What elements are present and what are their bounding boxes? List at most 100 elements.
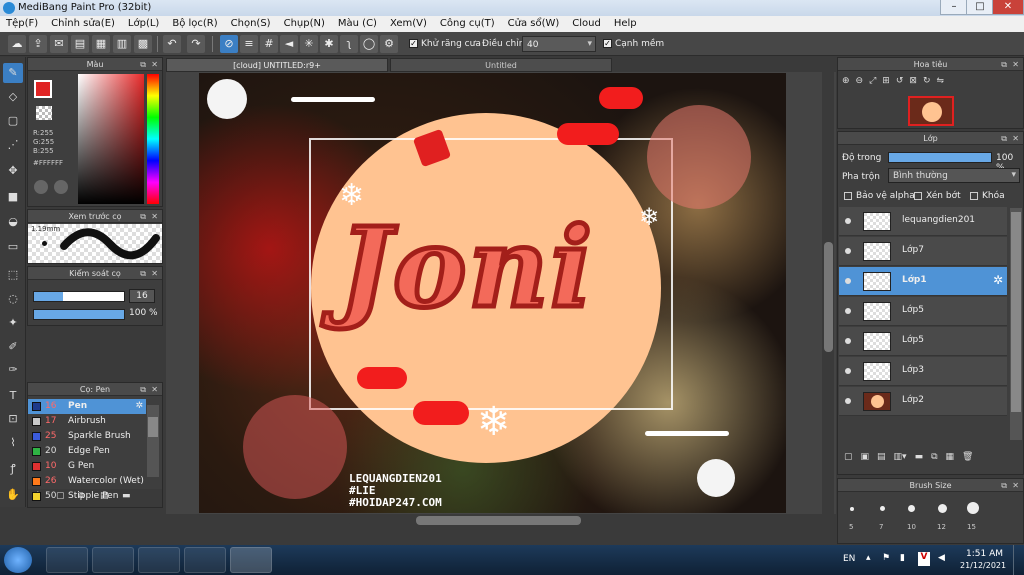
actual-size-icon[interactable]: ⊞ bbox=[882, 76, 890, 92]
brush-size-input[interactable]: 16 bbox=[129, 289, 155, 303]
explorer-taskbar-icon[interactable] bbox=[46, 547, 88, 573]
merge-layer-icon[interactable]: ▦ bbox=[946, 452, 955, 472]
lasso-tool-icon[interactable]: ◌ bbox=[3, 289, 23, 309]
menu-window[interactable]: Cửa sổ(W) bbox=[502, 16, 567, 32]
layer-row[interactable]: Lớp5 bbox=[839, 297, 1007, 326]
eyedropper-tool-icon[interactable]: ⌇ bbox=[3, 433, 23, 453]
menu-edit[interactable]: Chỉnh sửa(E) bbox=[45, 16, 122, 32]
file-icon[interactable]: ▤ bbox=[71, 35, 89, 53]
share-icon[interactable]: ⇪ bbox=[29, 35, 47, 53]
select-pen-tool-icon[interactable]: ✐ bbox=[3, 337, 23, 357]
sharp-edge-checkbox[interactable]: ✓ bbox=[603, 39, 612, 48]
brush-item[interactable]: 10 G Pen bbox=[28, 459, 146, 474]
close-icon[interactable]: ✕ bbox=[151, 267, 158, 280]
brush-tool-icon[interactable]: ✎ bbox=[3, 63, 23, 83]
layer-row-selected[interactable]: Lớp1 ✲ bbox=[839, 267, 1007, 296]
fill-rect-tool-icon[interactable]: ■ bbox=[3, 187, 23, 207]
smudge-tool-icon[interactable]: ꝭ bbox=[3, 459, 23, 479]
brush-size-dot[interactable] bbox=[967, 502, 979, 514]
close-icon[interactable]: ✕ bbox=[151, 58, 158, 71]
close-icon[interactable]: ✕ bbox=[1012, 132, 1019, 145]
float-icon[interactable]: ⧉ bbox=[140, 210, 146, 223]
new-layer-icon[interactable]: ▢ bbox=[844, 452, 853, 472]
brush-size-dot[interactable] bbox=[938, 504, 947, 513]
layer-opacity-slider[interactable] bbox=[888, 152, 992, 163]
scroll-thumb[interactable] bbox=[824, 242, 833, 352]
zoom-out-icon[interactable]: ⊖ bbox=[856, 76, 864, 92]
eye-icon[interactable] bbox=[845, 218, 851, 224]
gear-icon[interactable]: ✲ bbox=[993, 273, 1003, 287]
redo-icon[interactable]: ↷ bbox=[187, 35, 205, 53]
new-halftone-layer-icon[interactable]: ▣ bbox=[861, 452, 870, 472]
close-icon[interactable]: ✕ bbox=[1012, 58, 1019, 71]
float-icon[interactable]: ⧉ bbox=[140, 58, 146, 71]
brush-list-scrollbar[interactable] bbox=[147, 405, 159, 477]
gear-icon[interactable]: ✲ bbox=[135, 399, 143, 414]
flip-icon[interactable]: ⇋ bbox=[936, 76, 944, 92]
app-taskbar-icon[interactable] bbox=[138, 547, 180, 573]
menu-layer[interactable]: Lớp(L) bbox=[122, 16, 166, 32]
scroll-thumb[interactable] bbox=[1011, 212, 1021, 412]
minimize-button[interactable]: – bbox=[940, 0, 968, 15]
hand-tool-icon[interactable]: ✋ bbox=[3, 485, 23, 505]
menu-file[interactable]: Tệp(F) bbox=[0, 16, 45, 32]
menu-filter[interactable]: Bộ lọc(R) bbox=[166, 16, 224, 32]
brush-item[interactable]: 26 Watercolor (Wet) bbox=[28, 474, 146, 489]
layer-row[interactable]: Lớp3 bbox=[839, 357, 1007, 386]
brush-item[interactable]: 17 Airbrush bbox=[28, 414, 146, 429]
undo-icon[interactable]: ↶ bbox=[163, 35, 181, 53]
fit-icon[interactable]: ⤢ bbox=[869, 76, 876, 92]
tray-arrow-icon[interactable]: ▴ bbox=[866, 553, 871, 563]
vertical-scrollbar[interactable] bbox=[822, 72, 834, 514]
brush-item[interactable]: 16 Pen ✲ bbox=[28, 399, 146, 414]
close-icon[interactable]: ✕ bbox=[151, 210, 158, 223]
menu-help[interactable]: Help bbox=[608, 16, 644, 32]
tab-untitled[interactable]: Untitled bbox=[390, 58, 612, 72]
eye-icon[interactable] bbox=[845, 248, 851, 254]
menu-cloud[interactable]: Cloud bbox=[566, 16, 608, 32]
hue-slider[interactable] bbox=[147, 74, 159, 204]
scroll-thumb[interactable] bbox=[148, 417, 158, 437]
brush-size-dot[interactable] bbox=[850, 507, 854, 511]
saturation-value-picker[interactable] bbox=[78, 74, 144, 204]
tab-cloud-untitled[interactable]: [cloud] UNTITLED:r9+ bbox=[166, 58, 388, 72]
lock-checkbox[interactable] bbox=[970, 192, 978, 200]
language-indicator[interactable]: EN bbox=[843, 554, 855, 564]
move-tool-icon[interactable]: ✥ bbox=[3, 161, 23, 181]
rotate-left-icon[interactable]: ↺ bbox=[896, 76, 904, 92]
navigator-thumbnail[interactable] bbox=[908, 96, 954, 126]
menu-select[interactable]: Chọn(S) bbox=[225, 16, 278, 32]
eye-icon[interactable] bbox=[845, 308, 851, 314]
clock-date[interactable]: 21/12/2021 bbox=[960, 561, 1006, 570]
comment-icon[interactable]: ✉ bbox=[50, 35, 68, 53]
duplicate-layer-icon[interactable]: ⧉ bbox=[931, 452, 937, 472]
magic-wand-tool-icon[interactable]: ✦ bbox=[3, 313, 23, 333]
close-icon[interactable]: ✕ bbox=[151, 383, 158, 396]
eraser-tool-icon[interactable]: ◇ bbox=[3, 87, 23, 107]
transparent-swatch[interactable] bbox=[36, 106, 52, 120]
folder-icon[interactable]: ▬ bbox=[915, 452, 924, 472]
foreground-color-swatch[interactable] bbox=[34, 80, 52, 98]
network-icon[interactable]: ▮ bbox=[900, 553, 905, 563]
grid-icon[interactable]: ▩ bbox=[134, 35, 152, 53]
brush-size-dot[interactable] bbox=[880, 506, 885, 511]
close-button[interactable]: ✕ bbox=[992, 0, 1024, 15]
blend-mode-select[interactable]: Bình thường ▾ bbox=[888, 168, 1020, 183]
horizontal-scrollbar[interactable] bbox=[166, 514, 826, 526]
medibang-taskbar-icon[interactable] bbox=[230, 547, 272, 573]
snap-perspective-icon[interactable]: ◄ bbox=[280, 35, 298, 53]
palette-add-icon[interactable] bbox=[54, 180, 68, 194]
palette-icon[interactable] bbox=[34, 180, 48, 194]
divide-tool-icon[interactable]: ⊡ bbox=[3, 409, 23, 429]
eye-icon[interactable] bbox=[845, 368, 851, 374]
bucket-tool-icon[interactable]: ◒ bbox=[3, 212, 23, 232]
dot-tool-icon[interactable]: ⋰ bbox=[3, 135, 23, 155]
snap-grid-icon[interactable]: # bbox=[260, 35, 278, 53]
layer-row[interactable]: Lớp5 bbox=[839, 327, 1007, 356]
layer-row[interactable]: Lớp2 bbox=[839, 387, 1007, 416]
unikey-icon[interactable]: V bbox=[918, 552, 930, 566]
menu-view[interactable]: Xem(V) bbox=[384, 16, 434, 32]
gradient-tool-icon[interactable]: ▭ bbox=[3, 237, 23, 257]
float-icon[interactable]: ⧉ bbox=[1001, 132, 1007, 145]
menu-snap[interactable]: Chụp(N) bbox=[278, 16, 332, 32]
